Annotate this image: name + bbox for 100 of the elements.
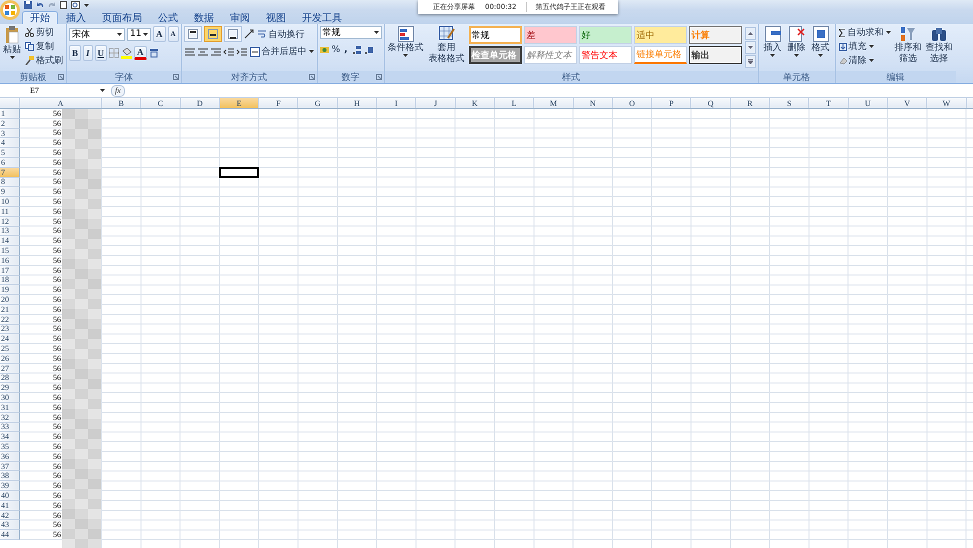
row-header[interactable]: 42 <box>0 510 20 520</box>
underline-button[interactable]: U <box>94 45 108 61</box>
row-header[interactable]: 12 <box>0 216 20 227</box>
row-header[interactable]: 21 <box>0 304 20 315</box>
increase-indent-icon[interactable] <box>236 46 247 56</box>
grow-font-button[interactable]: A <box>153 26 166 42</box>
ribbon-tab[interactable]: 公式 <box>150 11 186 24</box>
font-name-field[interactable]: 宋体 <box>69 28 125 40</box>
decrease-indent-icon[interactable] <box>222 46 234 56</box>
number-format-field[interactable]: 常规 <box>320 26 382 39</box>
ribbon-tab[interactable]: 开始 <box>22 11 58 24</box>
row-header[interactable]: 25 <box>0 344 20 354</box>
align-center-icon[interactable] <box>196 46 208 56</box>
row-header[interactable]: 36 <box>0 452 20 462</box>
row-header[interactable]: 24 <box>0 334 20 344</box>
fill-button[interactable]: 填充 <box>838 40 892 53</box>
insert-function-button[interactable]: fx <box>111 84 125 96</box>
save-icon[interactable] <box>24 1 32 9</box>
cells-button[interactable]: 插入 <box>762 26 783 57</box>
caret-icon[interactable] <box>818 54 824 57</box>
row-header[interactable]: 43 <box>0 520 20 530</box>
new-file-icon[interactable] <box>60 1 67 9</box>
align-left-icon[interactable] <box>184 46 195 56</box>
row-header[interactable]: 34 <box>0 432 20 442</box>
caret-icon[interactable] <box>117 32 122 36</box>
undo-icon[interactable] <box>36 1 44 9</box>
ribbon-tab[interactable]: 数据 <box>186 11 222 24</box>
row-header[interactable]: 40 <box>0 491 20 501</box>
row-header[interactable]: 20 <box>0 295 20 305</box>
row-header[interactable]: 26 <box>0 354 20 364</box>
cells-button[interactable]: 格式 <box>810 26 831 57</box>
row-header[interactable]: 22 <box>0 314 20 325</box>
find-select-button[interactable]: 查找和 选择 <box>924 26 954 64</box>
caret-icon[interactable] <box>886 31 891 34</box>
column-header[interactable]: K <box>456 98 495 108</box>
row-header[interactable]: 7 <box>0 168 20 178</box>
clipboard-button[interactable]: 格式刷 <box>24 54 64 67</box>
cell-style-option[interactable]: 常规 <box>468 26 522 44</box>
row-header[interactable]: 32 <box>0 412 20 422</box>
dialog-launcher-icon[interactable] <box>172 74 179 80</box>
row-header[interactable]: 16 <box>0 256 20 266</box>
cell-style-option[interactable]: 解释性文本 <box>524 46 577 64</box>
row-header[interactable]: 9 <box>0 187 20 198</box>
cell-style-option[interactable]: 好 <box>578 26 632 44</box>
row-header[interactable]: 2 <box>0 118 20 129</box>
row-header[interactable]: 13 <box>0 226 20 236</box>
row-header[interactable]: 10 <box>0 197 20 207</box>
paste-button[interactable]: 粘贴 <box>2 26 22 59</box>
row-header[interactable]: 6 <box>0 158 20 168</box>
row-header[interactable]: 23 <box>0 324 20 334</box>
ribbon-tab[interactable]: 插入 <box>58 11 94 24</box>
row-header[interactable]: 8 <box>0 178 20 188</box>
caret-icon[interactable] <box>868 45 874 48</box>
row-header[interactable]: 27 <box>0 364 20 374</box>
font-color-button[interactable]: A <box>134 46 147 60</box>
ribbon-tab[interactable]: 审阅 <box>222 11 258 24</box>
comma-style-button[interactable]: , <box>342 43 350 56</box>
caret-icon[interactable] <box>868 59 874 62</box>
column-header[interactable]: E <box>220 98 260 108</box>
caret-icon[interactable] <box>770 54 776 57</box>
cell-style-option[interactable]: 适中 <box>634 26 687 44</box>
fill-color-icon[interactable] <box>121 48 132 58</box>
row-header[interactable]: 19 <box>0 285 20 296</box>
caret-icon[interactable] <box>403 54 408 57</box>
dialog-launcher-icon[interactable] <box>376 74 382 80</box>
wrap-text-button[interactable]: 自动换行 <box>256 28 306 40</box>
row-header[interactable]: 37 <box>0 462 20 472</box>
row-header[interactable]: 5 <box>0 148 20 158</box>
phonetic-guide-icon[interactable] <box>148 48 159 58</box>
ribbon-tab[interactable]: 视图 <box>258 11 294 24</box>
row-header[interactable]: 3 <box>0 128 20 138</box>
clear-button[interactable]: 清除 <box>838 54 892 67</box>
more-styles-button[interactable] <box>744 55 756 68</box>
row-header[interactable]: 31 <box>0 402 20 413</box>
row-header[interactable]: 30 <box>0 393 20 403</box>
vertical-align-button[interactable] <box>224 26 242 42</box>
conditional-formatting-button[interactable]: 条件格式 <box>386 26 425 57</box>
caret-icon[interactable] <box>100 89 105 92</box>
text-orientation-icon[interactable] <box>244 29 254 39</box>
cell-style-option[interactable]: 输出 <box>688 46 742 64</box>
row-header[interactable]: 41 <box>0 500 20 511</box>
row-header[interactable]: 35 <box>0 442 20 452</box>
active-cell[interactable] <box>218 166 260 178</box>
caret-icon[interactable] <box>308 50 314 53</box>
scroll-down-button[interactable] <box>744 41 756 54</box>
vertical-align-button[interactable] <box>204 26 222 42</box>
row-header[interactable]: 14 <box>0 236 20 246</box>
decrease-decimal-icon[interactable] <box>364 44 374 54</box>
row-header[interactable]: 11 <box>0 206 20 217</box>
caret-icon[interactable] <box>10 56 14 59</box>
italic-button[interactable]: I <box>83 45 93 61</box>
row-header[interactable]: 38 <box>0 471 20 482</box>
percent-button[interactable]: % <box>332 43 340 56</box>
row-header[interactable]: 33 <box>0 422 20 432</box>
vertical-align-button[interactable] <box>184 26 202 42</box>
ribbon-tab[interactable]: 页面布局 <box>94 11 150 24</box>
row-header[interactable]: 18 <box>0 276 20 286</box>
row-header[interactable]: 17 <box>0 266 20 276</box>
font-size-field[interactable]: 11 <box>127 28 151 40</box>
bold-button[interactable]: B <box>69 45 82 61</box>
